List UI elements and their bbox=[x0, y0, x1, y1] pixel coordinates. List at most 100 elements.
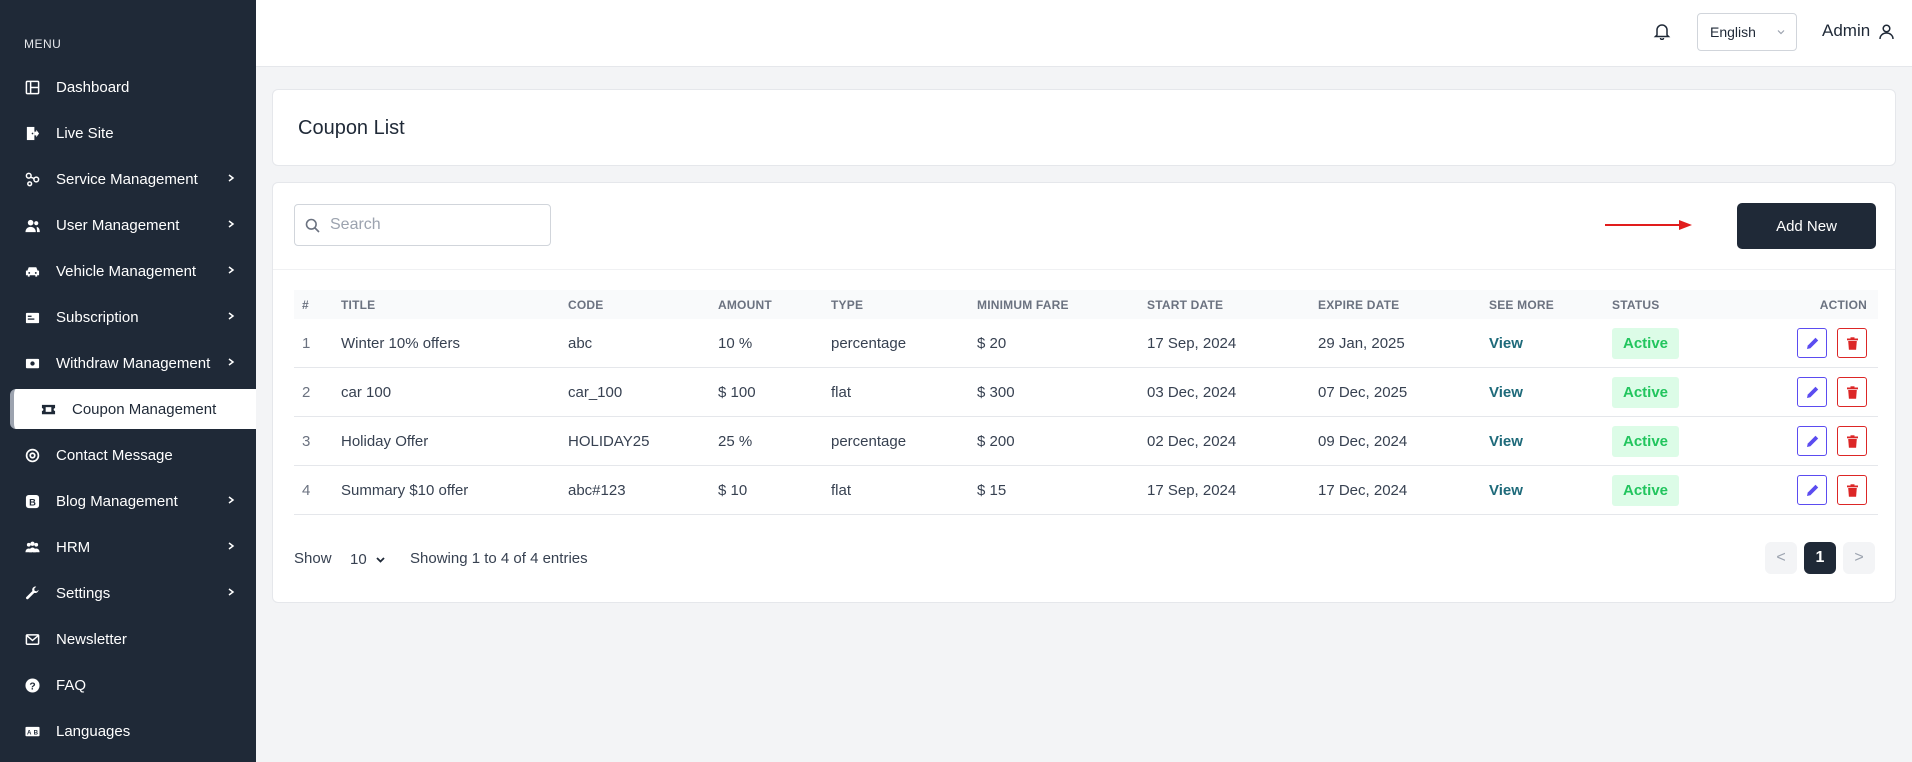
question-icon: ? bbox=[24, 677, 40, 693]
start-date: 17 Sep, 2024 bbox=[1147, 334, 1237, 352]
delete-button[interactable] bbox=[1837, 475, 1867, 505]
sidebar-nav: Dashboard Live Site Service Management U… bbox=[0, 64, 256, 754]
action-cell bbox=[1742, 377, 1867, 407]
view-link[interactable]: View bbox=[1489, 433, 1612, 450]
sidebar-item-contact-message[interactable]: Contact Message bbox=[0, 432, 256, 478]
chevron-right-icon bbox=[228, 312, 235, 320]
expire-date: 09 Dec, 2024 bbox=[1318, 432, 1408, 450]
sidebar-item-hrm[interactable]: HRM bbox=[0, 524, 256, 570]
sidebar-item-label: Subscription bbox=[56, 308, 139, 326]
chevron-down-icon bbox=[376, 556, 385, 563]
column-header: TITLE bbox=[341, 297, 376, 312]
contact-icon bbox=[24, 447, 40, 463]
sidebar-item-blog-management[interactable]: B Blog Management bbox=[0, 478, 256, 524]
coupon-title: Winter 10% offers bbox=[341, 334, 460, 352]
view-link[interactable]: View bbox=[1489, 482, 1612, 499]
search-icon bbox=[305, 218, 320, 233]
view-link[interactable]: View bbox=[1489, 335, 1612, 352]
sidebar-item-user-management[interactable]: User Management bbox=[0, 202, 256, 248]
minimum-fare: $ 15 bbox=[977, 481, 1007, 499]
view-link[interactable]: View bbox=[1489, 384, 1612, 401]
pagination-prev[interactable]: < bbox=[1765, 542, 1797, 574]
sidebar-item-vehicle-management[interactable]: Vehicle Management bbox=[0, 248, 256, 294]
pagination-next[interactable]: > bbox=[1843, 542, 1875, 574]
table-row: 1 Winter 10% offers abc 10 % percentage … bbox=[294, 319, 1878, 368]
edit-button[interactable] bbox=[1797, 475, 1827, 505]
coupon-type: percentage bbox=[831, 334, 907, 352]
chevron-right-icon bbox=[228, 266, 235, 274]
chevron-down-icon bbox=[1777, 30, 1785, 35]
edit-button[interactable] bbox=[1797, 328, 1827, 358]
expire-date: 17 Dec, 2024 bbox=[1318, 481, 1408, 499]
status-badge: Active bbox=[1612, 425, 1680, 457]
sidebar-item-label: Settings bbox=[56, 584, 111, 602]
coupon-code: abc#123 bbox=[568, 481, 626, 499]
search-input[interactable] bbox=[330, 216, 540, 234]
sidebar-item-newsletter[interactable]: Newsletter bbox=[0, 616, 256, 662]
table-row: 2 car 100 car_100 $ 100 flat $ 300 03 De… bbox=[294, 368, 1878, 417]
delete-button[interactable] bbox=[1837, 328, 1867, 358]
status-badge: Active bbox=[1612, 327, 1680, 359]
status-cell: Active bbox=[1612, 425, 1742, 457]
live-site-icon bbox=[24, 125, 40, 141]
coupon-title: Summary $10 offer bbox=[341, 481, 469, 499]
table-row: 4 Summary $10 offer abc#123 $ 10 flat $ … bbox=[294, 466, 1878, 515]
status-cell: Active bbox=[1612, 376, 1742, 408]
entries-info: Showing 1 to 4 of 4 entries bbox=[410, 550, 588, 567]
chevron-right-icon bbox=[228, 542, 235, 550]
delete-button[interactable] bbox=[1837, 426, 1867, 456]
mail-icon bbox=[24, 631, 40, 647]
row-number: 2 bbox=[302, 383, 311, 401]
chevron-right-icon bbox=[228, 174, 235, 182]
sidebar-item-faq[interactable]: ? FAQ bbox=[0, 662, 256, 708]
coupon-type: percentage bbox=[831, 432, 907, 450]
table-row: 3 Holiday Offer HOLIDAY25 25 % percentag… bbox=[294, 417, 1878, 466]
column-header: SEE MORE bbox=[1489, 297, 1554, 312]
sidebar-item-service-management[interactable]: Service Management bbox=[0, 156, 256, 202]
per-page-select[interactable]: 10 bbox=[350, 548, 400, 570]
sidebar-item-label: Service Management bbox=[56, 170, 198, 188]
chevron-right-icon bbox=[228, 588, 235, 596]
coupon-title: car 100 bbox=[341, 383, 392, 401]
coupon-amount: $ 100 bbox=[718, 383, 756, 401]
status-badge: Active bbox=[1612, 474, 1680, 506]
trash-icon bbox=[1846, 385, 1858, 399]
divider bbox=[273, 269, 1895, 270]
sidebar-item-coupon-management[interactable]: Coupon Management bbox=[10, 389, 256, 429]
sidebar: MENU Dashboard Live Site Service Managem… bbox=[0, 0, 256, 762]
edit-button[interactable] bbox=[1797, 426, 1827, 456]
sidebar-item-label: Contact Message bbox=[56, 446, 173, 464]
sidebar-item-label: Dashboard bbox=[56, 78, 130, 96]
add-new-button[interactable]: Add New bbox=[1737, 203, 1876, 249]
sidebar-item-subscription[interactable]: Subscription bbox=[0, 294, 256, 340]
sidebar-item-settings[interactable]: Settings bbox=[0, 570, 256, 616]
column-header: START DATE bbox=[1147, 297, 1224, 312]
sidebar-item-live-site[interactable]: Live Site bbox=[0, 110, 256, 156]
per-page-value: 10 bbox=[350, 550, 367, 568]
sidebar-item-dashboard[interactable]: Dashboard bbox=[0, 64, 256, 110]
language-select[interactable]: English bbox=[1697, 13, 1797, 51]
column-header: CODE bbox=[568, 297, 604, 312]
bell-icon[interactable] bbox=[1653, 22, 1671, 40]
column-header: TYPE bbox=[831, 297, 864, 312]
sidebar-item-label: Vehicle Management bbox=[56, 262, 197, 280]
delete-button[interactable] bbox=[1837, 377, 1867, 407]
sidebar-item-label: Languages bbox=[56, 722, 131, 740]
sidebar-item-label: Coupon Management bbox=[72, 400, 217, 418]
sidebar-item-label: Live Site bbox=[56, 124, 114, 142]
coupon-code: HOLIDAY25 bbox=[568, 432, 650, 450]
trash-icon bbox=[1846, 483, 1858, 497]
ticket-icon bbox=[40, 401, 56, 417]
sidebar-item-languages[interactable]: AB Languages bbox=[0, 708, 256, 754]
pagination-page[interactable]: 1 bbox=[1804, 542, 1836, 574]
edit-button[interactable] bbox=[1797, 377, 1827, 407]
pencil-icon bbox=[1806, 484, 1818, 496]
user-menu[interactable]: Admin bbox=[1822, 21, 1895, 41]
sidebar-item-withdraw-management[interactable]: Withdraw Management bbox=[0, 340, 256, 386]
user-icon bbox=[1879, 23, 1894, 39]
start-date: 02 Dec, 2024 bbox=[1147, 432, 1237, 450]
action-cell bbox=[1742, 426, 1867, 456]
language-icon: AB bbox=[24, 723, 40, 739]
chevron-right-icon bbox=[228, 496, 235, 504]
start-date: 03 Dec, 2024 bbox=[1147, 383, 1237, 401]
